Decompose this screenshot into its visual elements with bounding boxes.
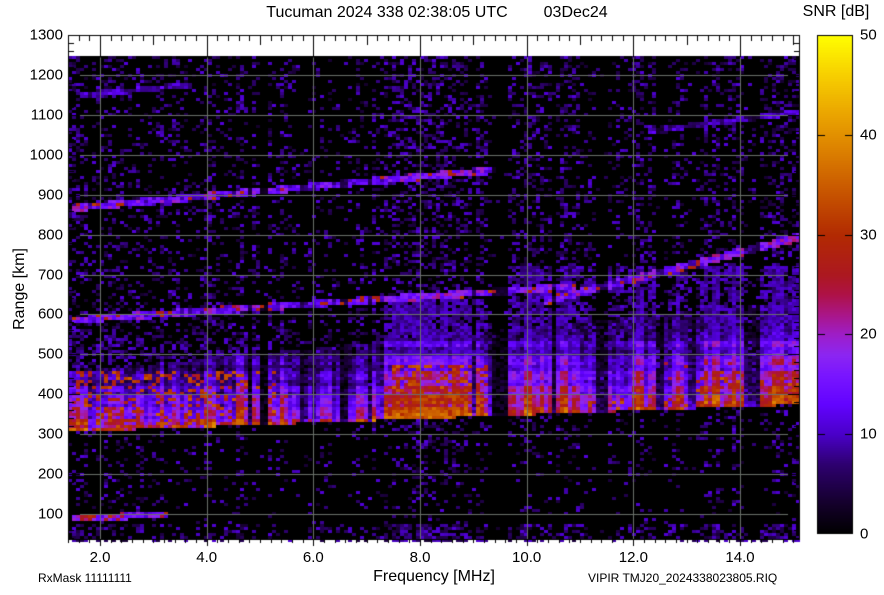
colorbar-tick-label: 10	[860, 425, 877, 443]
y-tick-label: 1300	[29, 26, 63, 44]
colorbar-tick-label: 50	[860, 26, 877, 44]
ionogram-page: Tucuman 2024 338 02:38:05 UTC 03Dec24 SN…	[0, 0, 884, 595]
y-tick-label: 1200	[29, 66, 63, 84]
ionogram-plot-canvas	[0, 0, 884, 595]
x-tick-label: 12.0	[618, 549, 648, 566]
x-tick-label: 4.0	[196, 549, 218, 566]
rxmask-text: RxMask 11111111	[38, 571, 132, 585]
colorbar-title: SNR [dB]	[802, 3, 870, 20]
y-tick-label: 900	[37, 186, 63, 204]
x-tick-label: 8.0	[409, 549, 431, 566]
x-tick-label: 6.0	[302, 549, 324, 566]
y-tick-label: 800	[37, 226, 63, 244]
y-tick-label: 200	[37, 465, 63, 483]
x-tick-label: 2.0	[89, 549, 111, 566]
colorbar-tick-label: 0	[860, 525, 869, 543]
x-tick-label: 10.0	[512, 549, 542, 566]
y-tick-label: 300	[37, 425, 63, 443]
x-axis-label: Frequency [MHz]	[373, 568, 495, 585]
colorbar-tick-label: 20	[860, 325, 877, 343]
y-tick-label: 400	[37, 385, 63, 403]
y-tick-label: 1100	[30, 106, 63, 124]
colorbar-tick-label: 40	[860, 126, 877, 144]
colorbar-tick-label: 30	[860, 226, 877, 244]
plot-title-row: Tucuman 2024 338 02:38:05 UTC 03Dec24	[266, 4, 607, 22]
datafile-text: VIPIR TMJ20_2024338023805.RIQ	[588, 571, 778, 585]
y-tick-label: 1000	[29, 146, 63, 164]
plot-title: Tucuman 2024 338 02:38:05 UTC	[266, 4, 508, 21]
y-tick-label: 500	[37, 345, 63, 363]
y-tick-label: 700	[37, 266, 63, 284]
plot-date: 03Dec24	[543, 4, 608, 21]
y-axis-label: Range [km]	[11, 248, 28, 330]
y-tick-label: 600	[37, 305, 63, 323]
x-tick-label: 14.0	[725, 549, 755, 566]
y-tick-label: 100	[37, 505, 63, 523]
